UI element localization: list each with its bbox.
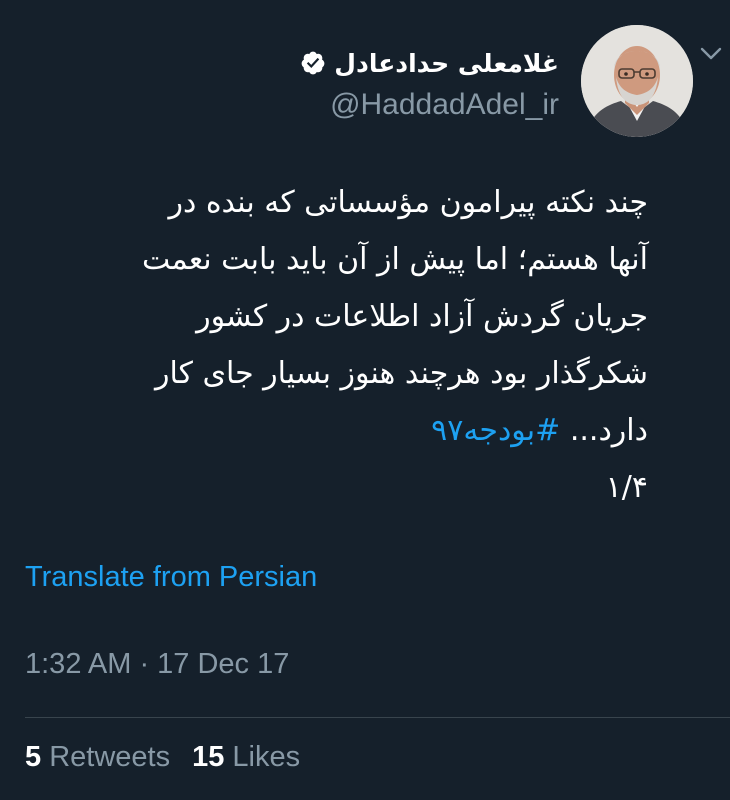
thread-marker: ۱/۴ [605,470,648,505]
hashtag-link[interactable]: #بودجه۹۷ [431,413,560,448]
tweet-text-tail: دارد... [569,413,648,448]
verified-badge-icon [301,51,325,75]
retweets-label: Retweets [49,741,171,773]
chevron-down-icon[interactable] [700,47,722,61]
avatar-portrait [581,25,693,137]
avatar[interactable] [581,25,693,137]
tweet-stats: 5 Retweets 15 Likes [25,741,300,774]
translate-link[interactable]: Translate from Persian [25,561,317,594]
author-name-row[interactable]: غلامعلی حدادعادل [300,46,559,80]
tweet-text-line: چند نکته پیرامون مؤسساتی که بنده در [168,185,648,220]
author-handle[interactable]: @HaddadAdel_ir [330,88,559,122]
tweet-text-line: آنها هستم؛ اما پیش از آن باید بابت نعمت [142,242,648,277]
likes-stat[interactable]: 15 Likes [192,741,300,773]
likes-label: Likes [232,741,301,773]
retweets-count: 5 [25,741,42,773]
tweet-text-line: شکرگذار بود هرچند هنوز بسیار جای کار [155,356,648,391]
likes-count: 15 [192,741,225,773]
retweets-stat[interactable]: 5 Retweets [25,741,170,773]
tweet-timestamp[interactable]: 1:32 AM · 17 Dec 17 [25,648,289,681]
tweet-text: چند نکته پیرامون مؤسساتی که بنده در آنها… [24,174,648,516]
tweet-text-line: جریان گردش آزاد اطلاعات در کشور [196,299,648,334]
author-display-name[interactable]: غلامعلی حدادعادل [334,49,559,78]
divider [25,717,730,718]
tweet-text-line-last: دارد... #بودجه۹۷ [24,402,648,459]
